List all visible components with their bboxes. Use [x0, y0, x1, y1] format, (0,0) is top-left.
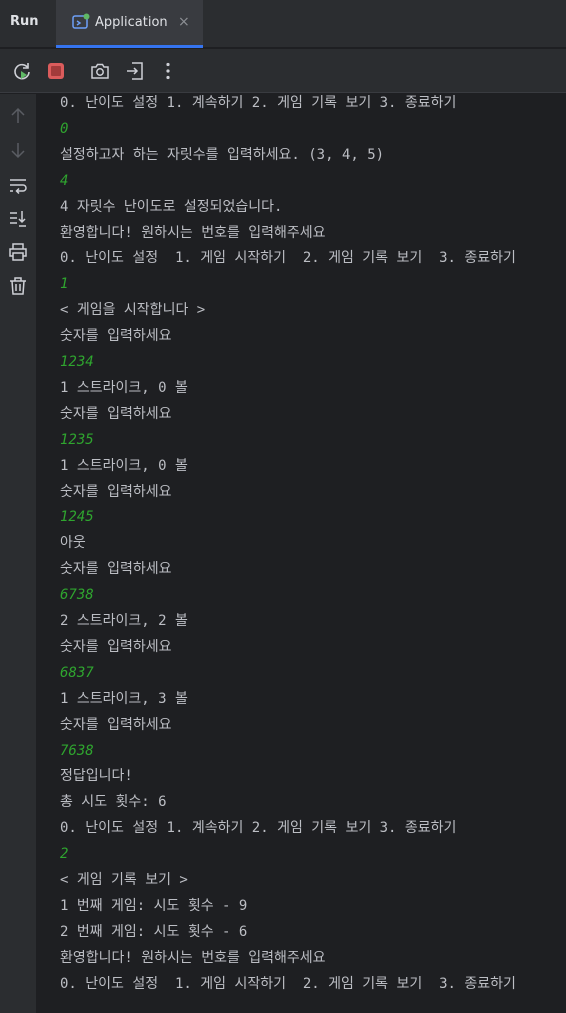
- console-output-line: 총 시도 횟수: 6: [60, 794, 167, 811]
- console-output-line: 정답입니다!: [60, 768, 133, 785]
- console-user-input: 1234: [60, 354, 94, 370]
- console-output-line: 1 번째 게임: 시도 횟수 - 9: [60, 897, 248, 914]
- console-user-input: 0: [60, 120, 69, 137]
- trash-icon[interactable]: [7, 275, 29, 297]
- console-output-line: 2 스트라이크, 2 볼: [60, 613, 188, 629]
- scroll-up-icon[interactable]: [7, 105, 29, 127]
- tab-close-icon[interactable]: ×: [178, 15, 190, 29]
- console-user-input: 7638: [60, 742, 94, 759]
- console-output-line: 4 자릿수 난이도로 설정되었습니다.: [60, 198, 283, 215]
- console-output-line: 1 스트라이크, 0 볼: [60, 379, 188, 396]
- run-toolbar: [0, 49, 566, 93]
- rerun-icon[interactable]: [11, 60, 33, 82]
- console-output-line: 0. 난이도 설정 1. 게임 시작하기 2. 게임 기록 보기 3. 종료하기: [60, 975, 516, 992]
- console-output-line: 2 번째 게임: 시도 횟수 - 6: [60, 923, 248, 940]
- tab-application[interactable]: Application ×: [56, 0, 203, 48]
- console-output-line: 숫자를 입력하세요: [60, 328, 172, 345]
- scroll-down-icon[interactable]: [7, 139, 29, 161]
- console-output-line: 설정하고자 하는 자릿수를 입력하세요. (3, 4, 5): [60, 146, 385, 163]
- run-tab-bar: Run Application ×: [0, 0, 566, 48]
- console-user-input: 1245: [60, 509, 94, 526]
- print-icon[interactable]: [7, 241, 29, 263]
- console-output-line: < 게임 기록 보기 >: [60, 872, 188, 888]
- stop-icon[interactable]: [45, 60, 67, 82]
- console-output-line: 0. 난이도 설정 1. 게임 시작하기 2. 게임 기록 보기 3. 종료하기: [60, 250, 516, 267]
- tab-active-indicator: [56, 45, 203, 48]
- console-user-input: 2: [60, 846, 69, 863]
- camera-icon[interactable]: [89, 60, 111, 82]
- run-tool-window: Run Application × 0. 난이도 설정 1. 계속하기 2. 게…: [0, 0, 566, 1013]
- run-panel-title: Run: [10, 14, 39, 29]
- console-output-line: 숫자를 입력하세요: [60, 638, 172, 655]
- exit-icon[interactable]: [124, 60, 146, 82]
- console-user-input: 4: [60, 172, 69, 189]
- console-side-toolbar: [0, 94, 36, 1013]
- tab-application-label: Application: [95, 15, 168, 30]
- console-output-line: 숫자를 입력하세요: [60, 561, 172, 578]
- console-output[interactable]: 0. 난이도 설정 1. 계속하기 2. 게임 기록 보기 3. 종료하기 0 설정…: [36, 94, 566, 1013]
- console-user-input: 6738: [60, 587, 94, 604]
- more-options-icon[interactable]: [157, 60, 179, 82]
- soft-wrap-icon[interactable]: [7, 174, 29, 196]
- scroll-to-end-icon[interactable]: [7, 207, 29, 229]
- console-output-line: 1 스트라이크, 0 볼: [60, 457, 188, 474]
- console-output-line: 0. 난이도 설정 1. 계속하기 2. 게임 기록 보기 3. 종료하기: [60, 820, 457, 837]
- console-output-line: 1 스트라이크, 3 볼: [60, 690, 188, 707]
- console-output-line: 숫자를 입력하세요: [60, 716, 172, 733]
- console-user-input: 1: [60, 276, 69, 293]
- console-output-line: 0. 난이도 설정 1. 계속하기 2. 게임 기록 보기 3. 종료하기: [60, 95, 457, 111]
- console-user-input: 1235: [60, 431, 94, 448]
- console-user-input: 6837: [60, 664, 94, 681]
- console-output-line: 숫자를 입력하세요: [60, 483, 172, 500]
- application-run-icon: [72, 13, 90, 29]
- console-output-line: 숫자를 입력하세요: [60, 405, 172, 422]
- console-output-line: 환영합니다! 원하시는 번호를 입력해주세요: [60, 949, 326, 966]
- console-output-line: 환영합니다! 원하시는 번호를 입력해주세요: [60, 224, 326, 241]
- console-output-line: 아웃: [60, 535, 86, 552]
- console-output-line: < 게임을 시작합니다 >: [60, 302, 206, 319]
